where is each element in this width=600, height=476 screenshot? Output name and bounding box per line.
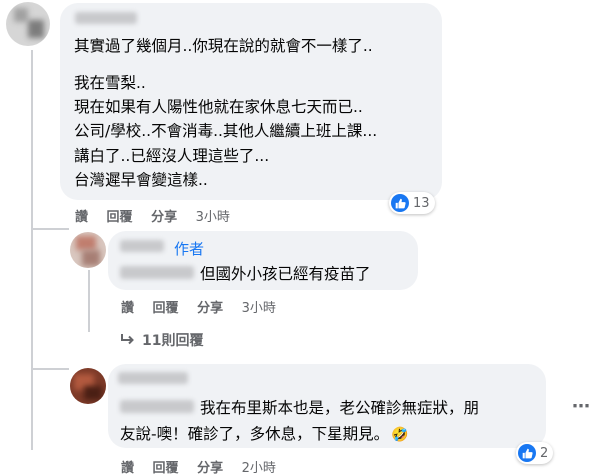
reaction-summary[interactable]: 13 [389,192,435,214]
thread-line [31,50,33,450]
like-button[interactable]: 讚 [75,210,88,225]
reply-text-line: 我在布里斯本也是，老公確診無症狀，朋 [200,399,480,417]
author-name[interactable] [75,12,137,24]
timestamp[interactable]: 3小時 [196,210,230,225]
mentioned-name[interactable] [120,400,194,413]
thread-branch-1 [31,228,69,230]
reply-text: 但國外小孩已經有疫苗了 [200,265,371,283]
comment-line: 台灣遲早會變這樣.. [74,171,208,189]
reply-button[interactable]: 回覆 [153,461,179,476]
comment-line: 公司/學校..不會消毒..其他人繼續上班上課... [74,122,378,140]
share-button[interactable]: 分享 [197,301,223,316]
reaction-count: 13 [413,195,430,211]
like-button[interactable]: 讚 [121,461,134,476]
thumbs-up-icon [518,444,536,462]
thumbs-up-icon [391,194,409,212]
view-more-label: 11則回覆 [142,333,204,349]
author-name[interactable] [118,372,188,384]
reaction-summary[interactable]: 2 [516,442,554,464]
timestamp[interactable]: 2小時 [242,461,276,476]
view-more-replies[interactable]: 11則回覆 [120,330,203,350]
reply-button[interactable]: 回覆 [153,301,179,316]
author-badge: 作者 [174,240,205,258]
author-name[interactable] [120,240,164,252]
mentioned-name[interactable] [120,266,194,279]
reply-text-line: 友說-噢！確診了，多休息，下星期見。 🤣 [120,425,409,443]
reply-arrow-icon [121,334,134,345]
comment-line: 現在如果有人陽性他就在家休息七天而已.. [74,98,363,116]
like-button[interactable]: 讚 [121,301,134,316]
reaction-count: 2 [540,445,549,461]
comment-line: 講白了..已經沒人理這些了... [74,147,270,165]
share-button[interactable]: 分享 [151,210,177,225]
rofl-emoji-icon: 🤣 [391,427,409,443]
reply-actions: 讚 回覆 分享 3小時 [121,297,290,316]
comment-line: 我在雪梨.. [74,74,146,92]
share-button[interactable]: 分享 [197,461,223,476]
reply-thread-line [88,270,90,332]
reply-button[interactable]: 回覆 [107,210,133,225]
thread-branch-2 [31,368,69,370]
avatar[interactable] [70,368,106,404]
reply-actions: 讚 回覆 分享 2小時 [121,457,290,476]
avatar[interactable] [70,232,106,268]
avatar[interactable] [6,2,50,46]
more-options-icon[interactable]: ⋯ [572,396,590,417]
comment-line: 其實過了幾個月..你現在說的就會不一樣了.. [74,37,373,55]
timestamp[interactable]: 3小時 [242,301,276,316]
comment-actions: 讚 回覆 分享 3小時 [75,206,244,225]
